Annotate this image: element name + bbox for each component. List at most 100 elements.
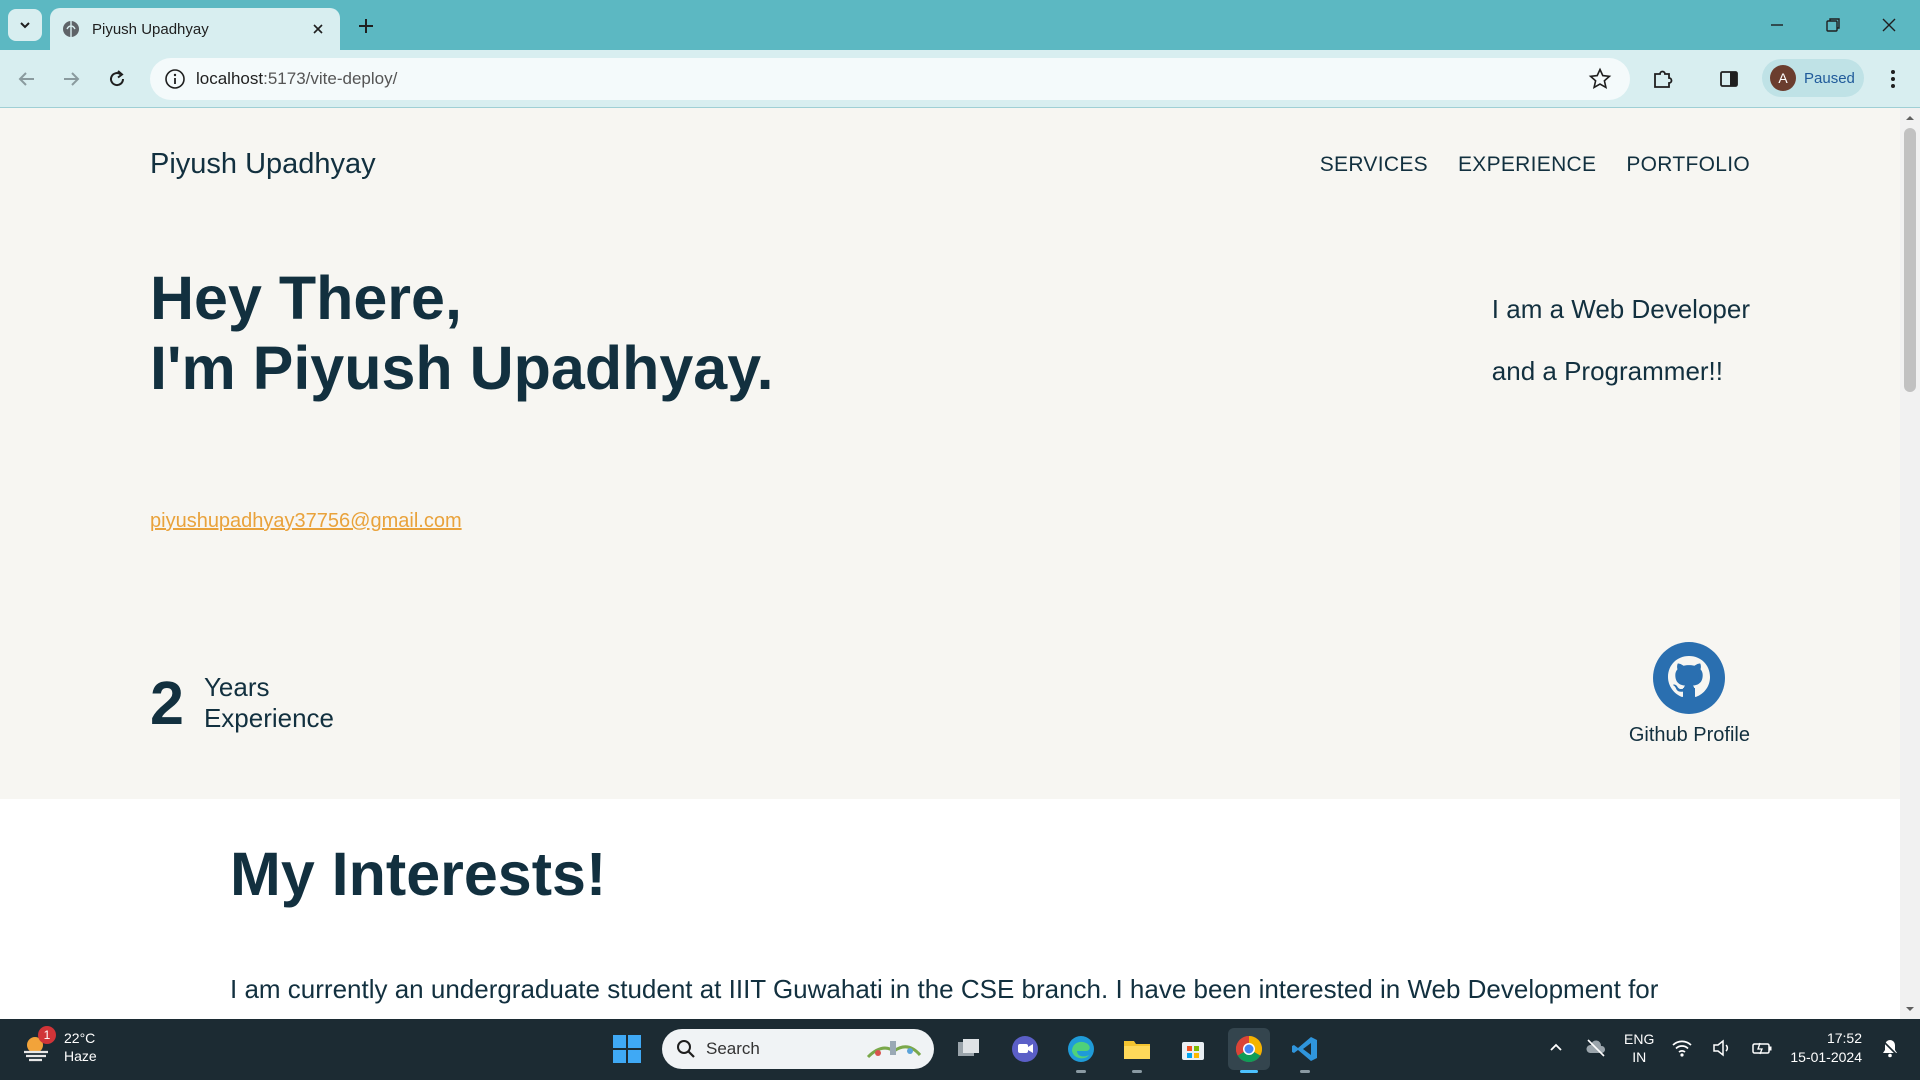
weather-widget[interactable]: 1 22°C Haze bbox=[20, 1026, 97, 1065]
page-viewport: Piyush Upadhyay SERVICES EXPERIENCE PORT… bbox=[0, 108, 1900, 1019]
start-button[interactable] bbox=[606, 1028, 648, 1070]
page-scrollbar[interactable] bbox=[1900, 108, 1920, 1019]
scroll-down-arrow-icon[interactable] bbox=[1905, 1004, 1915, 1014]
search-highlight-icon bbox=[866, 1041, 922, 1059]
arrow-left-icon bbox=[18, 72, 34, 86]
nav-services-link[interactable]: SERVICES bbox=[1320, 153, 1428, 177]
volume-icon[interactable] bbox=[1710, 1036, 1734, 1060]
clock-time: 17:52 bbox=[1826, 1030, 1862, 1046]
hero-tagline: I am a Web Developer and a Programmer!! bbox=[1492, 278, 1750, 402]
weather-text: 22°C Haze bbox=[64, 1029, 97, 1065]
globe-icon bbox=[63, 21, 79, 37]
taskbar-file-explorer[interactable] bbox=[1116, 1028, 1158, 1073]
running-indicator bbox=[1240, 1070, 1258, 1073]
experience-label-2: Experience bbox=[203, 703, 335, 733]
clock-date: 15-01-2024 bbox=[1790, 1049, 1862, 1065]
windows-logo-icon bbox=[613, 1035, 641, 1063]
side-panel-button[interactable] bbox=[1714, 64, 1744, 94]
running-indicator bbox=[1076, 1070, 1086, 1073]
taskbar-edge[interactable] bbox=[1060, 1028, 1102, 1073]
taskbar-teams[interactable] bbox=[1004, 1028, 1046, 1070]
close-icon bbox=[313, 24, 323, 34]
store-icon bbox=[1182, 1042, 1204, 1060]
hero-section: Piyush Upadhyay SERVICES EXPERIENCE PORT… bbox=[0, 108, 1900, 799]
cloud-offline-icon[interactable] bbox=[1584, 1036, 1608, 1060]
taskbar-vscode[interactable] bbox=[1284, 1028, 1326, 1073]
tab-close-button[interactable] bbox=[308, 19, 328, 39]
bookmark-star-icon[interactable] bbox=[1588, 67, 1612, 91]
tagline-line-2: and a Programmer!! bbox=[1491, 356, 1724, 386]
taskbar-apps: Search bbox=[606, 1028, 1326, 1073]
taskbar-chrome[interactable] bbox=[1228, 1028, 1270, 1073]
plus-icon bbox=[359, 19, 373, 33]
clock[interactable]: 17:52 15-01-2024 bbox=[1790, 1029, 1862, 1067]
chevron-down-icon bbox=[20, 22, 30, 29]
scrollbar-thumb[interactable] bbox=[1904, 128, 1916, 392]
folder-icon bbox=[1124, 1041, 1150, 1059]
side-panel-icon bbox=[1720, 71, 1738, 87]
site-info-icon[interactable] bbox=[164, 68, 186, 90]
puzzle-icon bbox=[1654, 70, 1673, 88]
weather-condition: Haze bbox=[64, 1048, 97, 1064]
avatar: A bbox=[1770, 65, 1796, 91]
taskbar-search[interactable]: Search bbox=[662, 1029, 934, 1069]
restore-button[interactable] bbox=[1818, 10, 1848, 40]
tab-title: Piyush Upadhyay bbox=[92, 20, 209, 38]
notifications-button[interactable] bbox=[1878, 1036, 1902, 1060]
profile-status: Paused bbox=[1804, 69, 1855, 87]
scroll-up-arrow-icon[interactable] bbox=[1905, 113, 1915, 123]
profile-button[interactable]: A Paused bbox=[1762, 59, 1864, 97]
experience-label: Years Experience bbox=[204, 672, 334, 734]
video-chat-icon bbox=[1012, 1036, 1038, 1062]
back-button[interactable] bbox=[12, 64, 42, 94]
arrow-right-icon bbox=[64, 72, 80, 86]
language-indicator[interactable]: ENG IN bbox=[1624, 1030, 1654, 1066]
extensions-button[interactable] bbox=[1648, 64, 1678, 94]
hero-headline: Hey There, I'm Piyush Upadhyay. bbox=[150, 263, 774, 403]
address-bar[interactable]: localhost:5173/vite-deploy/ bbox=[150, 58, 1630, 100]
interests-heading: My Interests! bbox=[230, 840, 607, 908]
experience-number: 2 bbox=[150, 669, 184, 737]
nav-portfolio-link[interactable]: PORTFOLIO bbox=[1626, 153, 1750, 177]
battery-icon[interactable] bbox=[1750, 1036, 1774, 1060]
menu-button[interactable] bbox=[1878, 64, 1908, 94]
vscode-icon bbox=[1292, 1037, 1317, 1061]
show-hidden-icons-button[interactable] bbox=[1544, 1036, 1568, 1060]
minimize-icon bbox=[1771, 24, 1783, 26]
minimize-button[interactable] bbox=[1762, 10, 1792, 40]
taskbar-task-view[interactable] bbox=[948, 1028, 990, 1070]
nav-experience-link[interactable]: EXPERIENCE bbox=[1458, 153, 1596, 177]
windows-taskbar: 1 22°C Haze Search ENG IN 17:52 15-01-20… bbox=[0, 1019, 1920, 1080]
experience-stat: 2 Years Experience bbox=[150, 668, 334, 738]
reload-icon bbox=[110, 70, 125, 87]
weather-haze-icon: 1 bbox=[20, 1026, 56, 1064]
close-icon bbox=[1882, 18, 1896, 32]
github-profile-link[interactable]: Github Profile bbox=[1629, 642, 1750, 747]
url-host: localhost bbox=[196, 69, 264, 88]
new-tab-button[interactable] bbox=[352, 12, 380, 40]
email-link[interactable]: piyushupadhyay37756@gmail.com bbox=[150, 510, 462, 533]
interests-text: I am currently an undergraduate student … bbox=[230, 974, 1659, 1004]
close-window-button[interactable] bbox=[1874, 10, 1904, 40]
restore-icon bbox=[1826, 18, 1840, 32]
taskbar-search-placeholder: Search bbox=[706, 1039, 760, 1058]
url-text: localhost:5173/vite-deploy/ bbox=[196, 69, 1588, 89]
site-brand[interactable]: Piyush Upadhyay bbox=[150, 148, 376, 181]
search-icon bbox=[677, 1040, 695, 1058]
forward-button[interactable] bbox=[56, 64, 86, 94]
browser-tab[interactable]: Piyush Upadhyay bbox=[50, 8, 340, 50]
reload-button[interactable] bbox=[102, 64, 132, 94]
experience-label-1: Years bbox=[203, 672, 270, 702]
task-view-icon bbox=[958, 1039, 979, 1056]
system-tray: ENG IN 17:52 15-01-2024 bbox=[1544, 1029, 1902, 1067]
running-indicator bbox=[1300, 1070, 1310, 1073]
language-line-1: ENG bbox=[1624, 1031, 1655, 1047]
browser-tab-bar: Piyush Upadhyay bbox=[0, 0, 1920, 50]
tagline-line-1: I am a Web Developer bbox=[1491, 294, 1750, 324]
browser-toolbar: localhost:5173/vite-deploy/ A Paused bbox=[0, 50, 1920, 108]
tab-search-button[interactable] bbox=[8, 9, 42, 41]
github-icon bbox=[1653, 642, 1726, 714]
headline-line-2: I'm Piyush Upadhyay. bbox=[150, 334, 774, 402]
taskbar-store[interactable] bbox=[1172, 1028, 1214, 1070]
wifi-icon[interactable] bbox=[1670, 1036, 1694, 1060]
